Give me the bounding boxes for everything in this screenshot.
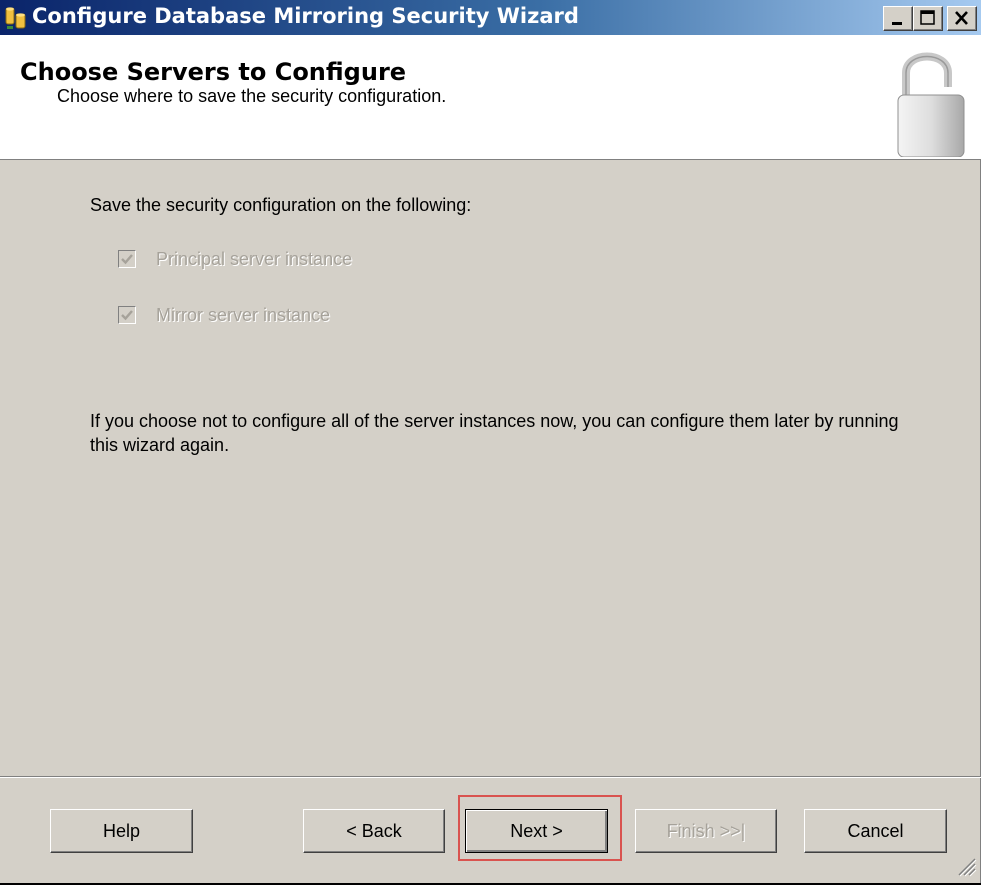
page-subtitle: Choose where to save the security config… [57, 86, 447, 106]
maximize-button[interactable] [913, 6, 943, 31]
next-highlight-box [458, 795, 622, 861]
window-title: Configure Database Mirroring Security Wi… [32, 4, 579, 28]
finish-button: Finish >>| [635, 809, 777, 853]
checkmark-icon [121, 310, 133, 321]
wizard-window: Configure Database Mirroring Security Wi… [0, 0, 981, 883]
close-icon [955, 11, 968, 25]
help-button[interactable]: Help [50, 809, 193, 853]
minimize-icon [892, 22, 902, 25]
database-mirroring-icon [5, 7, 26, 29]
page-title: Choose Servers to Configure [20, 58, 407, 86]
cancel-button[interactable]: Cancel [804, 809, 947, 853]
mirror-server-label: Mirror server instance [156, 305, 331, 325]
checkbox-box[interactable] [118, 250, 136, 268]
minimize-button[interactable] [883, 6, 913, 31]
intro-text: Save the security configuration on the f… [90, 195, 472, 215]
principal-server-label: Principal server instance [156, 249, 353, 269]
close-button[interactable] [947, 6, 977, 31]
title-bar[interactable]: Configure Database Mirroring Security Wi… [0, 0, 981, 35]
padlock-icon [897, 52, 965, 157]
resize-grip-icon[interactable] [955, 855, 977, 877]
back-button[interactable]: < Back [303, 809, 445, 853]
info-note: If you choose not to configure all of th… [90, 411, 899, 455]
checkmark-icon [121, 254, 133, 265]
footer-divider [0, 776, 981, 778]
checkbox-box[interactable] [118, 306, 136, 324]
maximize-icon [920, 10, 935, 25]
